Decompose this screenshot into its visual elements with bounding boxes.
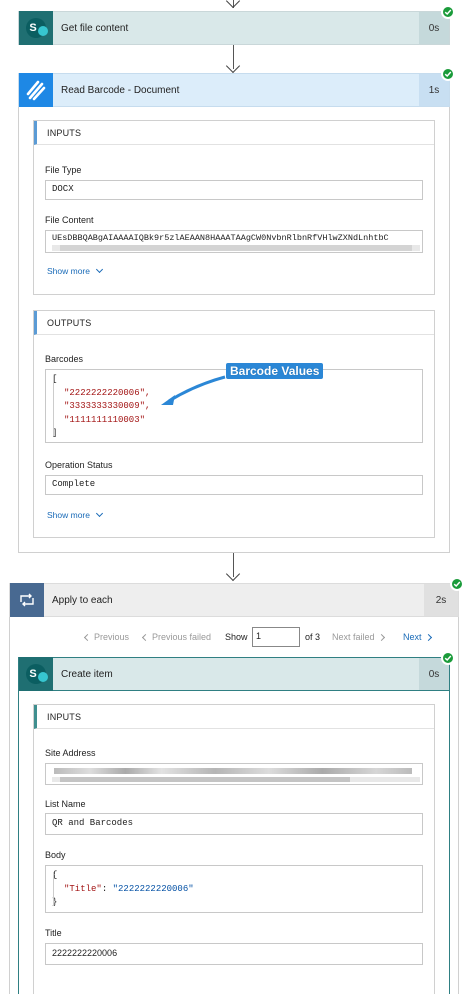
list-name-label: List Name [45, 799, 86, 809]
operation-status-label: Operation Status [45, 460, 113, 470]
previous-failed-label: Previous failed [152, 632, 212, 642]
callout-arrow-icon [161, 375, 226, 405]
previous-label: Previous [94, 632, 130, 642]
loop-icon-container [10, 583, 44, 617]
redacted-site-url [54, 768, 412, 774]
success-check-icon [441, 5, 455, 19]
barcode-stripes-icon [26, 80, 46, 101]
barcode-values-callout: Barcode Values [226, 363, 324, 379]
sharepoint-icon: S [26, 18, 48, 38]
arrow-down-icon [225, 58, 241, 74]
next-label: Next [403, 632, 422, 642]
page-count-label: of 3 [305, 632, 321, 642]
show-more-text: Show more [47, 510, 90, 520]
json-row: "Title": "2222222220006" [52, 883, 416, 897]
json-value: "2222222220006" [112, 883, 194, 894]
section-title: INPUTS [34, 121, 434, 145]
step-create-item[interactable]: S Create item 0s [18, 657, 450, 691]
file-content-label: File Content [45, 215, 94, 225]
json-key: "Title" [64, 883, 102, 894]
show-more-text: Show more [47, 266, 90, 276]
step-title: Apply to each [52, 594, 113, 606]
section-title: INPUTS [34, 705, 434, 729]
title-field[interactable]: 2222222220006 [45, 943, 423, 965]
step-read-barcode[interactable]: Read Barcode - Document 1s [18, 73, 450, 107]
json-colon: : [101, 883, 113, 894]
json-gutter-line [53, 872, 54, 906]
barcodes-label: Barcodes [45, 354, 84, 364]
json-gutter-line [53, 376, 54, 436]
body-label: Body [45, 850, 66, 860]
show-more-link[interactable]: Show more [47, 265, 104, 276]
chevron-right-icon [424, 633, 432, 641]
file-type-field[interactable]: DOCX [45, 180, 423, 200]
next-button[interactable]: Next [403, 632, 432, 642]
barcode-value: "3333333330009", [64, 401, 151, 411]
previous-button[interactable]: Previous [83, 632, 130, 642]
json-open-brace: { [52, 870, 58, 880]
step-get-file-content[interactable]: S Get file content 0s [18, 11, 450, 45]
body-json-field[interactable]: { "Title": "2222222220006" } [45, 865, 423, 913]
section-title: OUTPUTS [34, 311, 434, 335]
file-type-label: File Type [45, 165, 82, 175]
barcodes-json-field[interactable]: [ "2222222220006", "3333333330009", "111… [45, 369, 423, 443]
scrollbar-thumb[interactable] [60, 245, 412, 251]
previous-failed-button[interactable]: Previous failed [141, 632, 212, 642]
next-failed-button[interactable]: Next failed [332, 632, 385, 642]
site-address-label: Site Address [45, 748, 96, 758]
success-check-icon [441, 67, 455, 81]
list-name-field[interactable]: QR and Barcodes [45, 813, 423, 835]
arrow-down-icon [225, 566, 241, 582]
barcode-app-icon-container [19, 73, 53, 107]
show-label: Show [225, 632, 248, 642]
barcode-value: "1111111110003" [64, 414, 146, 425]
success-check-icon [441, 651, 455, 665]
step-title: Read Barcode - Document [61, 84, 180, 96]
scrollbar-thumb[interactable] [60, 777, 350, 782]
sharepoint-icon-container: S [19, 11, 53, 45]
json-close-brace: } [52, 897, 58, 907]
loop-icon [20, 593, 34, 607]
step-title: Create item [61, 668, 113, 680]
sharepoint-icon: S [26, 664, 48, 684]
sharepoint-icon-container: S [19, 657, 53, 691]
barcode-value: "2222222220006", [64, 387, 151, 398]
chevron-left-icon [83, 633, 92, 641]
json-close-bracket: ] [52, 428, 58, 438]
chevron-down-icon [95, 265, 104, 274]
next-failed-label: Next failed [332, 632, 375, 642]
chevron-down-icon [95, 509, 104, 518]
success-check-icon [450, 577, 464, 591]
step-apply-to-each[interactable]: Apply to each 2s [9, 583, 459, 617]
show-more-link[interactable]: Show more [47, 509, 104, 520]
step-title: Get file content [61, 22, 129, 34]
arrow-down-icon [225, 0, 241, 9]
chevron-right-icon [377, 633, 385, 641]
chevron-left-icon [141, 633, 150, 641]
page-number-input[interactable]: 1 [252, 627, 300, 647]
title-label: Title [45, 928, 62, 938]
operation-status-field[interactable]: Complete [45, 475, 423, 495]
